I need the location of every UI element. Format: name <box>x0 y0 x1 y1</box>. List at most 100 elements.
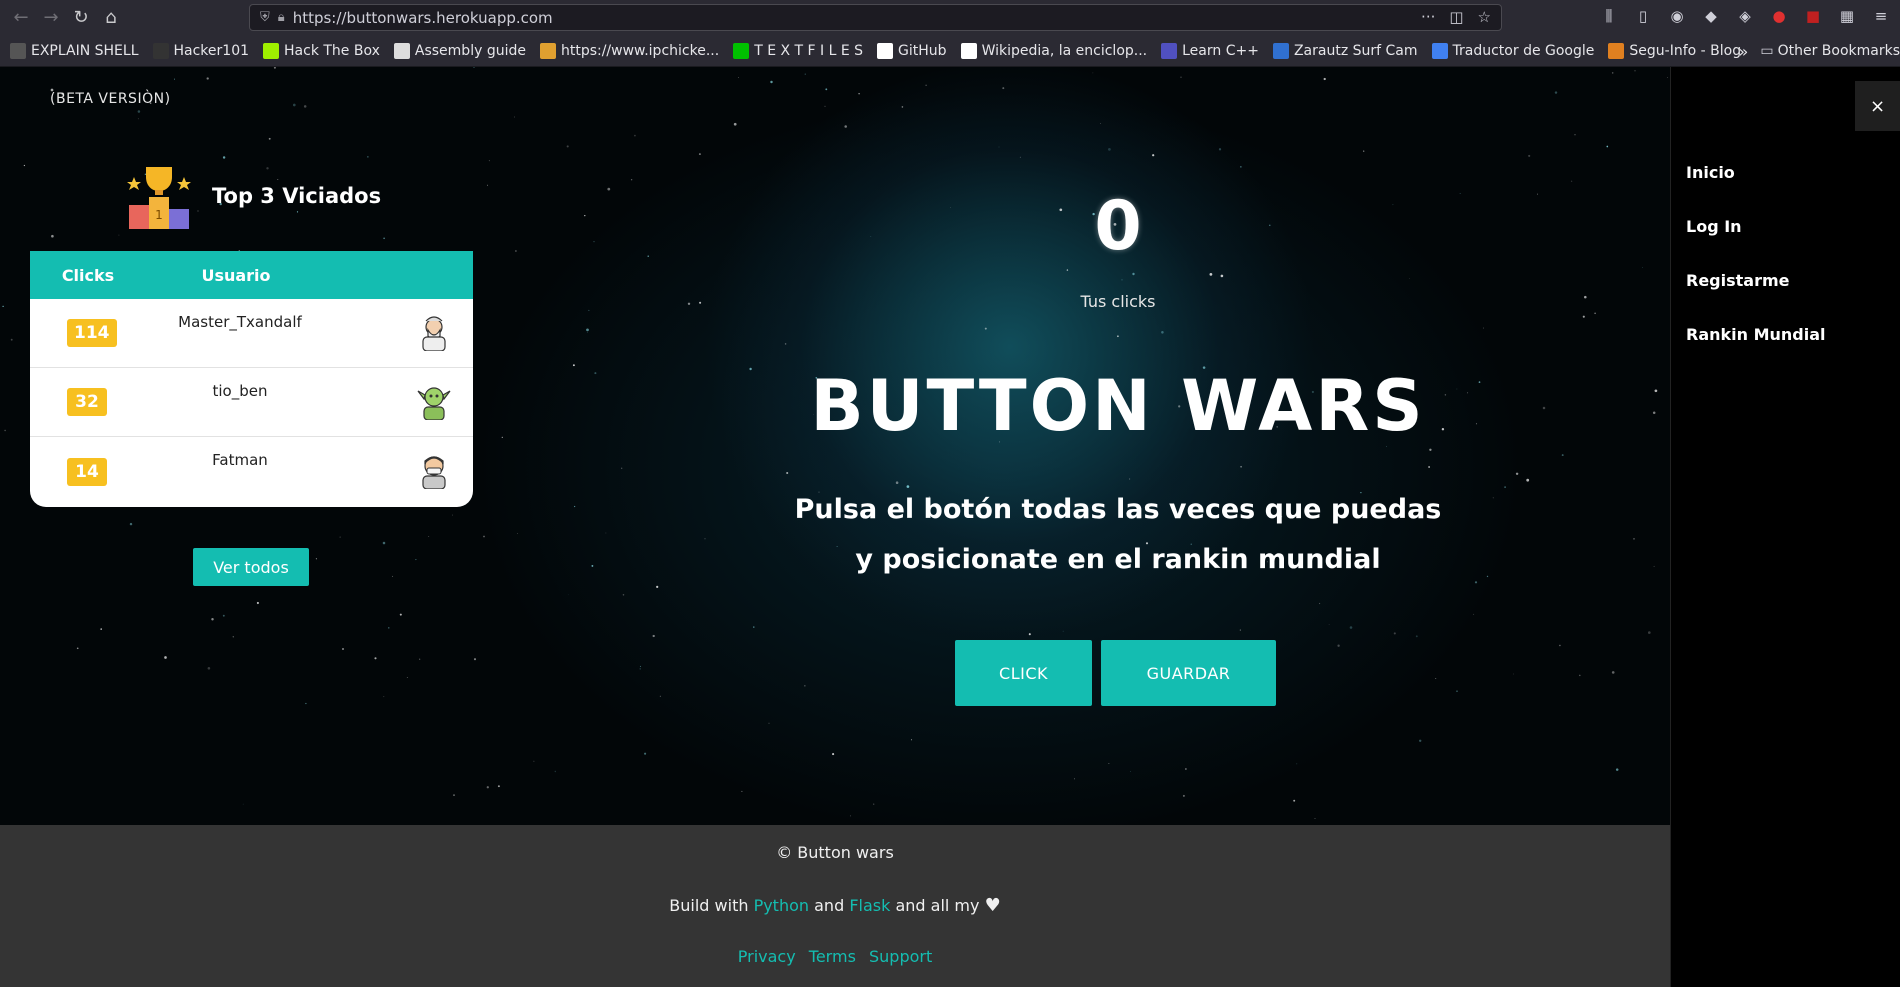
footer-links: Privacy Terms Support <box>0 947 1670 966</box>
save-button[interactable]: GUARDAR <box>1101 640 1276 706</box>
sidebar-item-rankin-mundial[interactable]: Rankin Mundial <box>1686 325 1826 379</box>
bookmark-label: Segu-Info - Blog <box>1629 42 1742 59</box>
101-icon <box>152 42 169 59</box>
footer-text: Build with <box>669 896 754 915</box>
back-icon[interactable]: ← <box>6 3 36 33</box>
account-icon[interactable]: ◉ <box>1668 7 1686 25</box>
home-icon[interactable]: ⌂ <box>96 3 126 33</box>
subtitle-line: y posicionate en el rankin mundial <box>855 544 1381 575</box>
username: Master_Txandalf <box>178 313 302 331</box>
chevron-right-icon[interactable]: » <box>1739 42 1749 61</box>
sidebar-icon[interactable]: ▯ <box>1634 7 1652 25</box>
globe-icon <box>1272 42 1289 59</box>
folder-icon: ▭ <box>1760 43 1774 59</box>
extension-icon[interactable]: ◈ <box>1736 7 1754 25</box>
url-text[interactable]: https://buttonwars.herokuapp.com <box>293 9 553 27</box>
leaderboard-table-header: Clicks Usuario <box>30 251 473 299</box>
goblin-icon <box>417 387 451 420</box>
pocket-icon[interactable]: ◫ <box>1449 8 1463 26</box>
page-icon <box>393 42 410 59</box>
bookmark-item[interactable]: T E X T F I L E S <box>733 42 864 59</box>
other-bookmarks[interactable]: » ▭ Other Bookmarks <box>1739 35 1900 67</box>
click-counter: 0 <box>1094 187 1142 266</box>
bookmark-label: Assembly guide <box>414 42 526 59</box>
heart-icon: ♥ <box>984 895 1001 916</box>
subtitle-line: Pulsa el botón todas las veces que pueda… <box>794 494 1442 525</box>
bookmark-item[interactable]: Assembly guide <box>393 42 526 59</box>
click-counter-label: Tus clicks <box>1080 292 1156 311</box>
translate-icon <box>1431 42 1448 59</box>
footer-credits: Build with Python and Flask and all my ♥ <box>0 895 1670 916</box>
wikipedia-icon <box>960 42 977 59</box>
close-icon[interactable]: × <box>1855 81 1900 131</box>
page-subtitle: Pulsa el botón todas las veces que pueda… <box>660 485 1576 585</box>
bookmark-star-icon[interactable]: ☆ <box>1478 8 1491 26</box>
cpp-icon <box>1161 42 1178 59</box>
bookmark-item[interactable]: Hacker101 <box>152 42 250 59</box>
username: Fatman <box>212 451 268 469</box>
bookmark-item[interactable]: https://www.ipchicke... <box>539 42 720 59</box>
bookmark-label: Hack The Box <box>284 42 380 59</box>
sidebar-item-log-in[interactable]: Log In <box>1686 217 1826 271</box>
bookmark-label: https://www.ipchicke... <box>560 42 720 59</box>
see-all-button[interactable]: Ver todos <box>193 548 309 586</box>
beta-label: (BETA VERSIÒN) <box>50 91 171 107</box>
support-link[interactable]: Support <box>869 947 932 966</box>
trophy-podium-icon: 1 <box>127 167 191 229</box>
address-bar[interactable]: ⛨ 🔒︎ https://buttonwars.herokuapp.com ··… <box>249 4 1502 31</box>
table-row: 114 Master_Txandalf <box>30 299 473 368</box>
extension-icon[interactable]: ◆ <box>1702 7 1720 25</box>
bookmark-item[interactable]: Zarautz Surf Cam <box>1272 42 1418 59</box>
bookmark-label: Wikipedia, la enciclop... <box>981 42 1148 59</box>
bookmark-item[interactable]: Hack The Box <box>263 42 380 59</box>
flask-link[interactable]: Flask <box>849 896 890 915</box>
terms-link[interactable]: Terms <box>809 947 856 966</box>
footer-text: and <box>809 896 850 915</box>
bookmark-item[interactable]: EXPLAIN SHELL <box>10 42 139 59</box>
column-header-clicks: Clicks <box>61 265 115 285</box>
clicks-badge: 14 <box>67 457 107 486</box>
click-button[interactable]: CLICK <box>955 640 1092 706</box>
table-row: 32 tio_ben <box>30 368 473 437</box>
segu-icon <box>1608 42 1625 59</box>
sidebar-nav: Inicio Log In Registarme Rankin Mundial <box>1686 163 1826 379</box>
extension-icon[interactable]: ● <box>1770 7 1788 25</box>
feather-icon <box>10 42 26 59</box>
bookmark-label: GitHub <box>898 42 947 59</box>
more-actions-icon[interactable]: ··· <box>1421 8 1435 26</box>
svg-text:1: 1 <box>155 208 163 222</box>
bookmark-item[interactable]: Learn C++ <box>1161 42 1259 59</box>
privacy-link[interactable]: Privacy <box>738 947 796 966</box>
page: (BETA VERSIÒN) 1 Top 3 Viciados Clicks U… <box>0 67 1900 987</box>
sidebar-item-registarme[interactable]: Registarme <box>1686 271 1826 325</box>
python-link[interactable]: Python <box>754 896 809 915</box>
cube-icon <box>263 42 280 59</box>
page-title: BUTTON WARS <box>810 365 1426 447</box>
footer: © Button wars Build with Python and Flas… <box>0 825 1670 987</box>
menu-icon[interactable]: ≡ <box>1872 7 1890 25</box>
library-icon[interactable]: ⫼ <box>1600 7 1618 25</box>
bookmark-label: T E X T F I L E S <box>754 42 864 59</box>
reload-icon[interactable]: ↻ <box>66 3 96 33</box>
shield-icon[interactable]: ⛨ <box>260 10 270 25</box>
ublock-icon[interactable]: ■ <box>1804 7 1822 25</box>
bookmark-item[interactable]: GitHub <box>877 42 947 59</box>
bookmark-item[interactable]: Segu-Info - Blog <box>1608 42 1742 59</box>
lock-icon[interactable]: 🔒︎ <box>278 10 285 25</box>
column-header-user: Usuario <box>201 265 271 285</box>
sidebar-item-inicio[interactable]: Inicio <box>1686 163 1826 217</box>
wizard-icon <box>422 316 446 351</box>
leaderboard-title: Top 3 Viciados <box>212 184 382 208</box>
forward-icon[interactable]: → <box>36 3 66 33</box>
extension-icon[interactable]: ▦ <box>1838 7 1856 25</box>
bookmark-item[interactable]: Wikipedia, la enciclop... <box>960 42 1148 59</box>
username: tio_ben <box>212 382 268 400</box>
bookmark-label: Traductor de Google <box>1452 42 1595 59</box>
bookmark-label: Hacker101 <box>173 42 250 59</box>
footer-text: and all my <box>890 896 985 915</box>
clicks-badge: 114 <box>67 319 117 347</box>
other-bookmarks-label: Other Bookmarks <box>1777 43 1900 59</box>
leaderboard-header: 1 Top 3 Viciados <box>126 163 381 229</box>
man-mask-icon <box>422 456 446 489</box>
bookmark-item[interactable]: Traductor de Google <box>1431 42 1595 59</box>
